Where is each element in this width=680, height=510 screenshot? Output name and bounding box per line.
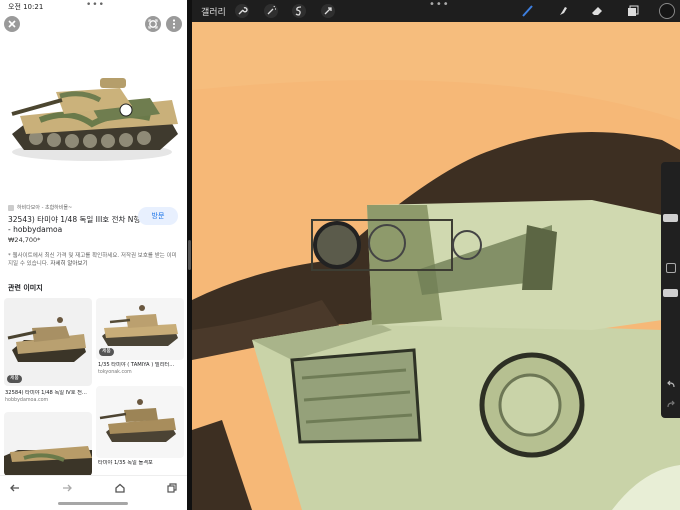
back-arrow-icon[interactable] (9, 482, 21, 494)
related-domain-2: tokyonak.com (98, 370, 132, 375)
transform-icon[interactable] (320, 3, 336, 19)
visit-button[interactable]: 방문 (138, 207, 178, 225)
related-caption-4[interactable]: 타미야 1/35 독일 돌격포 (98, 460, 184, 467)
related-caption-2[interactable]: 1/35 타미야 ( TAMIYA ) 밀리터... (98, 362, 184, 369)
eyedropper-square-icon[interactable] (666, 263, 676, 273)
forward-arrow-icon[interactable] (61, 482, 73, 494)
learn-more-link[interactable]: 자세히 알아보기 (50, 261, 87, 267)
painting-canvas[interactable] (192, 0, 680, 510)
related-image-4[interactable] (96, 386, 184, 458)
related-images-heading: 관련 이미지 (8, 284, 43, 292)
lens-button[interactable] (145, 16, 161, 32)
gallery-button[interactable]: 갤러리 (201, 5, 226, 18)
price-note: * 웹사이트에서 최신 가격 및 재고를 확인하세요. 저작권 보호를 받는 이… (8, 252, 180, 268)
more-button[interactable] (166, 16, 182, 32)
close-icon (8, 20, 16, 28)
eraser-icon[interactable] (589, 3, 605, 19)
procreate-pane: 갤러리 ••• (192, 0, 680, 510)
tabs-icon[interactable] (166, 482, 178, 494)
wrench-icon[interactable] (234, 3, 250, 19)
related-image-2[interactable]: 제품 (96, 298, 184, 360)
favicon-icon (8, 204, 14, 211)
related-image-3[interactable] (4, 412, 92, 476)
source-site[interactable]: 하비다모아 - 초합하비몰~ (8, 204, 72, 211)
home-indicator (58, 502, 128, 505)
undo-icon[interactable] (666, 380, 676, 390)
status-bar: 오전 10:21 ••• (0, 0, 187, 14)
note-text: * 웹사이트에서 최신 가격 및 재고를 확인하세요. 저작권 보호를 받는 이… (8, 253, 177, 267)
close-button[interactable] (4, 16, 20, 32)
result-price: ₩24,700* (8, 236, 41, 244)
brush-size-slider[interactable] (663, 214, 678, 222)
product-badge: 제품 (99, 348, 114, 356)
source-name: 하비다모아 - 초합하비몰~ (17, 205, 73, 211)
more-options[interactable]: ••• (429, 0, 450, 10)
procreate-toolbar: 갤러리 ••• (192, 0, 680, 22)
related-tank-image (7, 317, 86, 362)
smudge-icon[interactable] (555, 3, 571, 19)
layers-icon[interactable] (624, 3, 640, 19)
more-vert-icon (172, 19, 176, 29)
divider-handle[interactable] (188, 240, 191, 270)
related-domain-1: hobbydamoa.com (5, 398, 49, 403)
product-badge: 제품 (7, 375, 22, 383)
status-time: 오전 10:21 (8, 3, 44, 11)
related-tank-image (99, 399, 176, 442)
multitask-dots[interactable]: ••• (86, 0, 105, 10)
magic-wand-icon[interactable] (263, 3, 279, 19)
result-title[interactable]: 32543) 타미야 1/48 독일 III호 전차 N형 - hobbydam… (8, 215, 143, 235)
redo-icon[interactable] (666, 400, 676, 410)
selection-icon[interactable] (291, 3, 307, 19)
tank-product-image[interactable] (0, 34, 187, 184)
browser-pane: 오전 10:21 ••• 하비다모아 - 초합하비몰~ 32543) 타미야 1… (0, 0, 187, 510)
opacity-slider[interactable] (663, 289, 678, 297)
related-caption-1[interactable]: 32584) 타미야 1/48 독일 IV호 전... (5, 390, 91, 397)
related-image-1[interactable]: 제품 (4, 298, 92, 386)
procreate-sidebar (661, 162, 680, 418)
brush-icon[interactable] (520, 3, 536, 19)
lens-icon (148, 19, 158, 29)
related-tank-image (4, 446, 92, 476)
home-icon[interactable] (114, 482, 126, 494)
color-picker[interactable] (659, 3, 675, 19)
